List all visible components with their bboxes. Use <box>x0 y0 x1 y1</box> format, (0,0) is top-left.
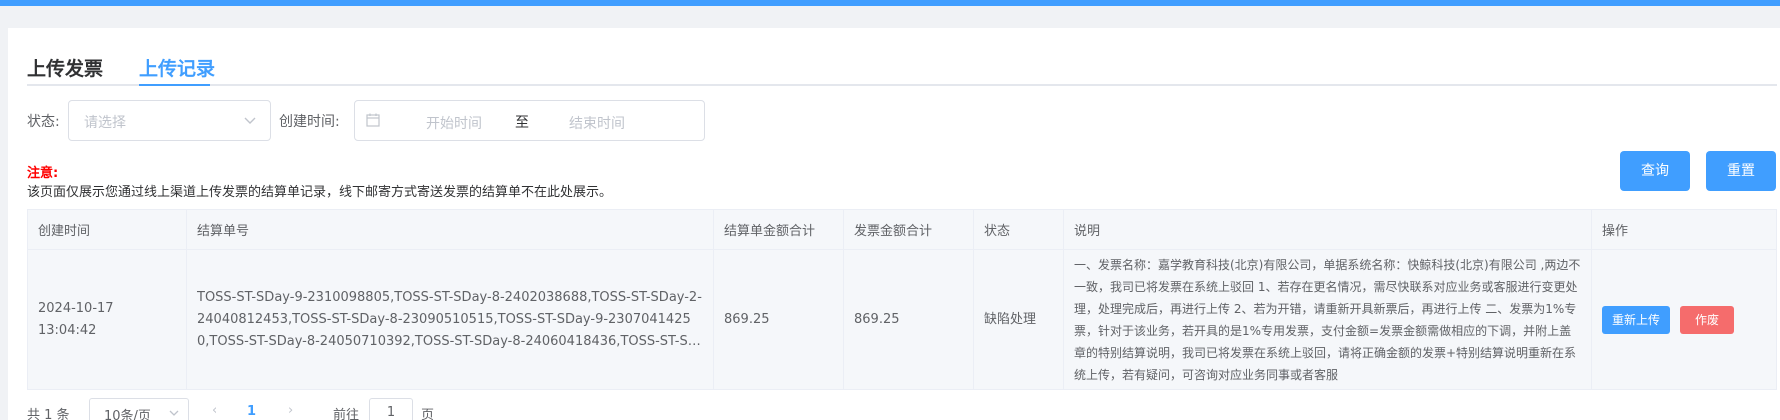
void-button[interactable]: 作废 <box>1680 305 1735 334</box>
end-date-input[interactable]: 结束时间 <box>565 113 629 133</box>
page-number-current[interactable]: 1 <box>247 404 256 419</box>
records-table: 创建时间 结算单号 结算单金额合计 发票金额合计 状态 说明 操作 2024-1… <box>27 209 1777 390</box>
created-time-cell: 2024-10-17 13:04:42 <box>27 249 187 390</box>
page-size-select[interactable]: 10条/页 <box>89 398 189 420</box>
date-range-picker[interactable]: 开始时间 至 结束时间 <box>354 100 705 141</box>
calendar-icon <box>366 113 380 127</box>
start-date-input[interactable]: 开始时间 <box>422 113 486 133</box>
range-separator: 至 <box>515 115 529 131</box>
tab-bar: 上传发票 上传记录 <box>27 52 1777 86</box>
column-header: 创建时间 <box>27 209 187 250</box>
notice-title: 注意: <box>27 166 59 181</box>
invoice-total-cell: 869.25 <box>843 249 974 390</box>
total-count: 共 1 条 <box>27 408 70 420</box>
prev-page-button[interactable]: ‹ <box>212 403 217 418</box>
active-tab-indicator <box>139 84 210 86</box>
reset-button[interactable]: 重置 <box>1706 151 1776 191</box>
settlement-ids-cell: TOSS-ST-SDay-9-2310098805,TOSS-ST-SDay-8… <box>186 249 714 390</box>
column-header: 说明 <box>1063 209 1592 250</box>
actions-cell: 重新上传 作废 <box>1591 249 1777 390</box>
column-header: 发票金额合计 <box>843 209 974 250</box>
status-cell: 缺陷处理 <box>973 249 1064 390</box>
status-label: 状态: <box>27 114 60 130</box>
status-select[interactable]: 请选择 <box>68 100 271 141</box>
settlement-ids-text: TOSS-ST-SDay-9-2310098805,TOSS-ST-SDay-8… <box>197 289 702 349</box>
notice-text: 该页面仅展示您通过线上渠道上传发票的结算单记录，线下邮寄方式寄送发票的结算单不在… <box>27 185 613 200</box>
status-placeholder: 请选择 <box>84 115 126 131</box>
column-header: 结算单号 <box>186 209 714 250</box>
created-time-label: 创建时间: <box>279 114 340 130</box>
column-header: 操作 <box>1591 209 1777 250</box>
chevron-down-icon <box>244 117 256 124</box>
reupload-button[interactable]: 重新上传 <box>1602 305 1671 334</box>
table-row: 2024-10-17 13:04:42 TOSS-ST-SDay-9-23100… <box>27 249 1777 390</box>
tab-upload-records[interactable]: 上传记录 <box>139 54 215 81</box>
top-bar <box>0 0 1780 6</box>
goto-suffix: 页 <box>421 408 435 420</box>
goto-label: 前往 <box>333 408 360 420</box>
column-header: 状态 <box>973 209 1064 250</box>
description-cell: 一、发票名称：嘉学教育科技(北京)有限公司，单据系统名称：快鲸科技(北京)有限公… <box>1063 249 1592 390</box>
table-header-row: 创建时间 结算单号 结算单金额合计 发票金额合计 状态 说明 操作 <box>27 209 1777 250</box>
settlement-total-cell: 869.25 <box>713 249 844 390</box>
query-button[interactable]: 查询 <box>1620 151 1690 191</box>
tab-upload-invoice[interactable]: 上传发票 <box>27 54 103 81</box>
chevron-down-icon <box>169 410 179 416</box>
goto-page-input[interactable]: 1 <box>369 398 413 420</box>
next-page-button[interactable]: › <box>288 403 293 418</box>
page-size-value: 10条/页 <box>104 409 151 420</box>
column-header: 结算单金额合计 <box>713 209 844 250</box>
